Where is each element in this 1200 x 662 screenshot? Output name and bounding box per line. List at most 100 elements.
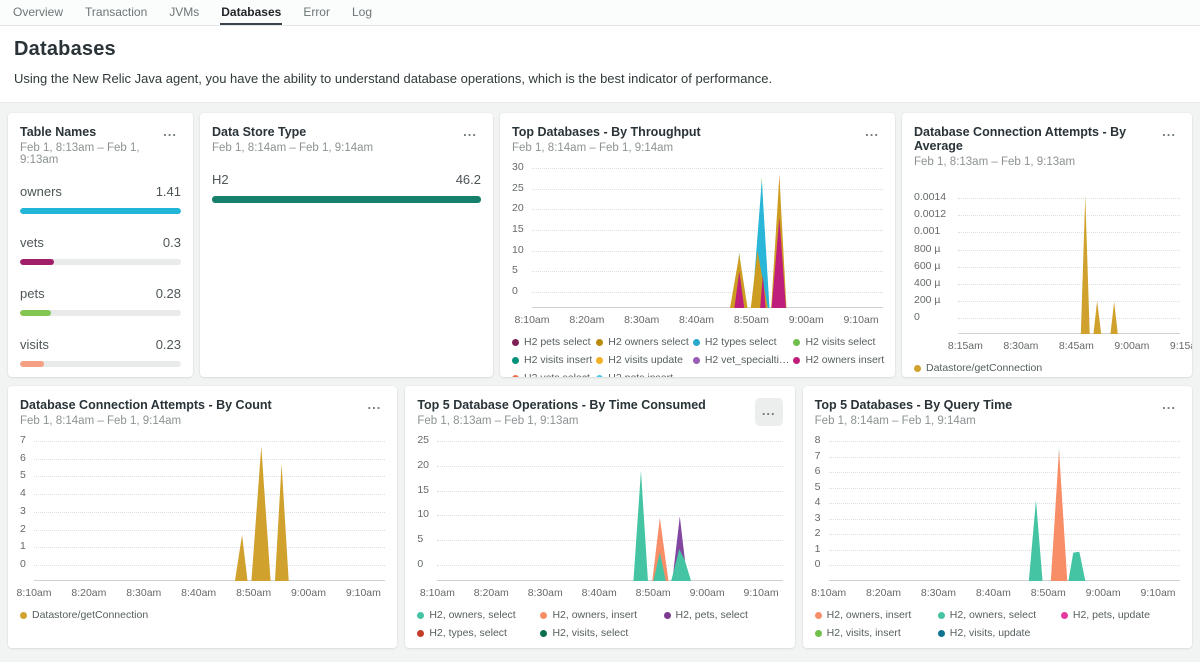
legend-item[interactable]: H2 visits update [596,354,689,366]
tab-transaction[interactable]: Transaction [84,0,148,25]
y-axis-tick: 1 [20,540,26,552]
bar-row-header: H246.2 [212,172,481,187]
legend-dot-icon [793,357,800,364]
legend-dot-icon [512,375,519,378]
legend-item[interactable]: H2 visits select [793,336,884,348]
series-h2-owners-insert [1050,450,1066,582]
y-axis-tick: 0 [417,558,423,570]
top-tab-bar: Overview Transaction JVMs Databases Error Log [0,0,1200,26]
legend-item[interactable]: H2, visits, insert [815,627,934,639]
bar-track [212,196,481,203]
tab-databases[interactable]: Databases [220,0,282,25]
card-menu-button[interactable]: ... [755,398,783,426]
chart-legend: H2, owners, insert H2, owners, select H2, … [815,609,1180,639]
legend-item[interactable]: H2, owners, select [938,609,1057,621]
legend-item[interactable]: H2 owners insert [793,354,884,366]
card-menu-button[interactable]: ... [363,398,385,412]
legend-label: H2 types select [705,336,777,348]
series-datastore-getconnection [1081,196,1118,334]
series-datastore-getconnection [235,446,289,581]
y-axis-tick: 15 [512,223,524,235]
legend-dot-icon [938,612,945,619]
y-axis-tick: 25 [512,182,524,194]
series-h2-owners-select [634,471,692,581]
dashboard-row-2: Database Connection Attempts - By Count … [8,386,1192,648]
x-axis-tick: 8:50am [236,587,271,599]
legend-item[interactable]: H2, visits, update [938,627,1057,639]
x-axis: 8:10am8:20am8:30am8:40am8:50am9:00am9:10… [829,581,1180,599]
legend-item[interactable]: H2, pets, select [664,609,783,621]
legend-dot-icon [596,375,603,378]
legend-item[interactable]: Datastore/getConnection [20,609,385,621]
legend-dot-icon [815,612,822,619]
legend-item[interactable]: H2 pets insert [596,372,689,377]
query-time-area-chart: 8765432108:10am8:20am8:30am8:40am8:50am9… [815,441,1180,599]
card-time-range: Feb 1, 8:14am – Feb 1, 9:14am [815,415,1013,427]
bar-label: pets [20,286,45,301]
x-axis-tick: 8:10am [811,587,846,599]
dashboard-board: Table Names Feb 1, 8:13am – Feb 1, 9:13a… [0,103,1200,656]
x-axis-tick: 9:00am [291,587,326,599]
bar-row: vets0.3 [20,235,181,265]
conn-count-area-chart: 765432108:10am8:20am8:30am8:40am8:50am9:… [20,441,385,599]
x-axis-tick: 8:10am [16,587,51,599]
bar-label: H2 [212,172,229,187]
legend-item[interactable]: H2, owners, insert [540,609,659,621]
legend-item[interactable]: H2 vets select [512,372,592,377]
legend-dot-icon [512,357,519,364]
legend-item[interactable]: H2 vet_specialti… [693,354,790,366]
y-axis-tick: 20 [512,202,524,214]
x-axis-tick: 8:15am [948,340,983,352]
legend-item[interactable]: H2 visits insert [512,354,592,366]
card-time-range: Feb 1, 8:14am – Feb 1, 9:14am [512,142,701,154]
x-axis-tick: 8:40am [679,314,714,326]
tab-log[interactable]: Log [351,0,373,25]
bar-value: 0.23 [156,337,181,352]
bar-row: H246.2 [212,172,481,203]
card-menu-button[interactable]: ... [1158,125,1180,139]
legend-item[interactable]: H2 types select [693,336,790,348]
operations-time-area-chart: 25201510508:10am8:20am8:30am8:40am8:50am… [417,441,782,599]
card-conn-attempts-count: Database Connection Attempts - By Count … [8,386,397,648]
x-axis-tick: 8:30am [528,587,563,599]
tab-overview[interactable]: Overview [12,0,64,25]
card-menu-button[interactable]: ... [159,125,181,139]
x-axis-tick: 8:20am [474,587,509,599]
y-axis-tick: 4 [815,496,821,508]
tab-jvms[interactable]: JVMs [168,0,200,25]
chart-legend: H2 pets select H2 owners select H2 types s… [512,336,883,377]
legend-item[interactable]: Datastore/getConnection [914,362,1180,374]
legend-item[interactable]: H2, visits, select [540,627,659,639]
bar-track [20,361,181,367]
y-axis-tick: 0 [914,311,920,323]
bar-row-header: vets0.3 [20,235,181,250]
legend-label: H2 owners insert [805,354,884,366]
card-time-range: Feb 1, 8:14am – Feb 1, 9:14am [212,142,373,154]
legend-item[interactable]: H2, owners, select [417,609,536,621]
legend-dot-icon [512,339,519,346]
plot-area: 0.00140.00120.001800 µ600 µ400 µ200 µ0 [958,194,1180,334]
card-menu-button[interactable]: ... [861,125,883,139]
card-conn-attempts-average: Database Connection Attempts - By Averag… [902,113,1192,377]
legend-label: Datastore/getConnection [926,362,1042,374]
x-axis-tick: 8:50am [734,314,769,326]
y-axis-tick: 600 µ [914,260,941,272]
legend-item[interactable]: H2, pets, update [1061,609,1180,621]
tab-error[interactable]: Error [302,0,331,25]
y-axis-tick: 2 [815,527,821,539]
data-store-type-bar-chart: H246.2 [212,172,481,203]
x-axis-tick: 8:30am [624,314,659,326]
y-axis-tick: 30 [512,161,524,173]
legend-item[interactable]: H2, owners, insert [815,609,934,621]
card-menu-button[interactable]: ... [1158,398,1180,412]
card-menu-button[interactable]: ... [459,125,481,139]
legend-item[interactable]: H2 owners select [596,336,689,348]
y-axis-tick: 25 [417,434,429,446]
legend-item[interactable]: H2 pets select [512,336,592,348]
legend-item[interactable]: H2, types, select [417,627,536,639]
y-axis-tick: 20 [417,459,429,471]
bar-fill [20,259,54,265]
card-title: Table Names [20,125,159,139]
card-header: Database Connection Attempts - By Averag… [914,125,1180,168]
plot-area: 302520151050 [532,168,883,308]
